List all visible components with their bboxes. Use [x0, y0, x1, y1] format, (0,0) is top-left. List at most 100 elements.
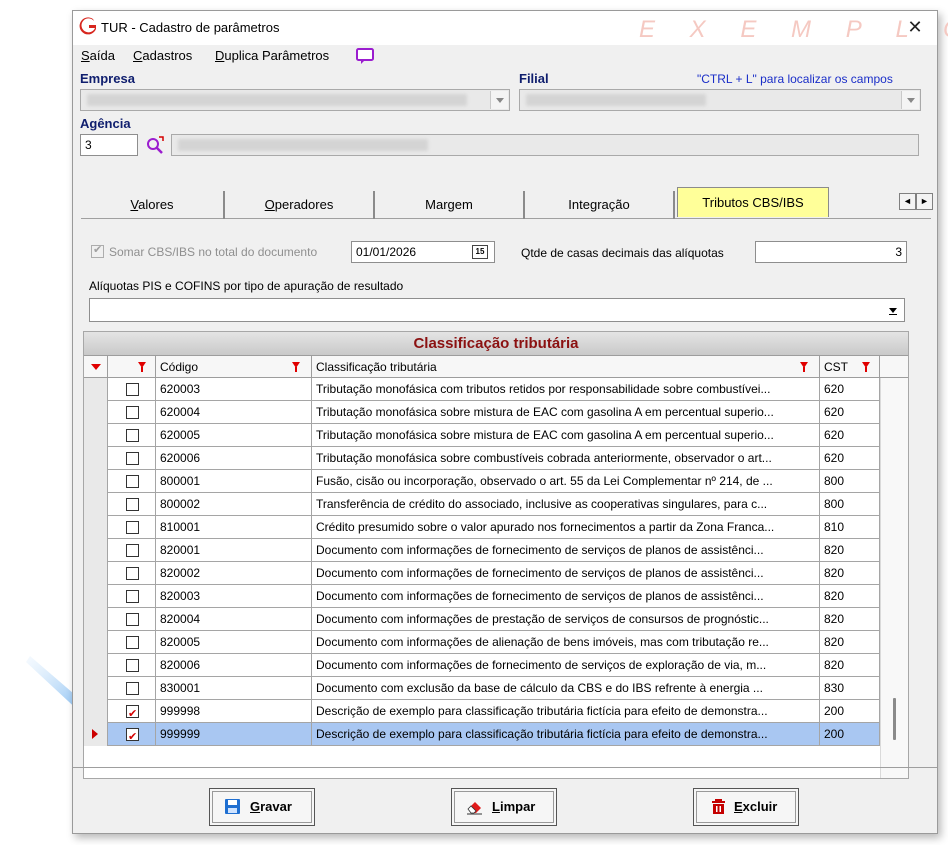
- table-row[interactable]: 820005 Documento com informações de alien…: [84, 631, 880, 654]
- excluir-button[interactable]: Excluir: [693, 788, 799, 826]
- aliquotas-select[interactable]: [89, 298, 905, 322]
- tab-tributos-cbs-ibs[interactable]: Tributos CBS/IBS: [677, 187, 829, 217]
- menu-cadastros[interactable]: Cadastros: [133, 48, 192, 63]
- row-checkbox[interactable]: [126, 567, 139, 580]
- filter-icon[interactable]: [800, 362, 808, 372]
- cell-classificacao: Documento com informações de prestação d…: [312, 608, 820, 631]
- table-row[interactable]: 999998Descrição de exemplo para classifi…: [84, 700, 880, 723]
- table-row[interactable]: 830001 Documento com exclusão da base de …: [84, 677, 880, 700]
- tab-scroll-left[interactable]: ◄: [899, 193, 916, 210]
- row-checkbox[interactable]: [126, 613, 139, 626]
- table-row[interactable]: 999999Descrição de exemplo para classifi…: [84, 723, 880, 746]
- cell-classificacao: Tributação monofásica sobre mistura de E…: [312, 424, 820, 447]
- row-indicator[interactable]: [84, 700, 108, 723]
- cell-cst: 200: [820, 700, 880, 723]
- row-checkbox[interactable]: [126, 383, 139, 396]
- indicator-header[interactable]: [84, 356, 108, 378]
- somar-checkbox[interactable]: [91, 243, 104, 258]
- tab-margem[interactable]: Margem: [375, 191, 525, 219]
- current-row-icon: [92, 729, 98, 739]
- row-indicator[interactable]: [84, 516, 108, 539]
- gravar-button[interactable]: Gravar: [209, 788, 315, 826]
- row-indicator[interactable]: [84, 723, 108, 746]
- row-indicator[interactable]: [84, 470, 108, 493]
- filial-combo[interactable]: [519, 89, 921, 111]
- row-checkbox[interactable]: [126, 498, 139, 511]
- chevron-down-icon[interactable]: [490, 91, 508, 109]
- row-checkbox[interactable]: [126, 475, 139, 488]
- row-indicator[interactable]: [84, 447, 108, 470]
- check-cell: [108, 447, 156, 470]
- chat-icon[interactable]: [355, 47, 375, 65]
- filter-icon[interactable]: [862, 362, 870, 372]
- tab-operadores[interactable]: Operadores: [225, 191, 375, 219]
- row-checkbox[interactable]: [126, 726, 139, 746]
- table-row[interactable]: 800001 Fusão, cisão ou incorporação, obse…: [84, 470, 880, 493]
- table-row[interactable]: 620003 Tributação monofásica com tributos…: [84, 378, 880, 401]
- agencia-code-field[interactable]: 3: [80, 134, 138, 156]
- search-icon[interactable]: [145, 136, 165, 156]
- row-checkbox[interactable]: [126, 659, 139, 672]
- row-checkbox[interactable]: [126, 682, 139, 695]
- row-checkbox[interactable]: [126, 452, 139, 465]
- tributos-panel: Somar CBS/IBS no total do documento 01/0…: [81, 221, 925, 779]
- row-checkbox[interactable]: [126, 636, 139, 649]
- limpar-button[interactable]: Limpar: [451, 788, 557, 826]
- row-indicator[interactable]: [84, 631, 108, 654]
- menu-saida[interactable]: Saída: [81, 48, 115, 63]
- chevron-down-icon[interactable]: [901, 91, 919, 109]
- row-checkbox[interactable]: [126, 703, 139, 723]
- decimais-field[interactable]: 3: [755, 241, 907, 263]
- table-row[interactable]: 800002 Transferência de crédito do associ…: [84, 493, 880, 516]
- row-checkbox[interactable]: [126, 544, 139, 557]
- chevron-down-icon[interactable]: [886, 303, 900, 317]
- table-row[interactable]: 820001 Documento com informações de forne…: [84, 539, 880, 562]
- table-row[interactable]: 820002 Documento com informações de forne…: [84, 562, 880, 585]
- row-checkbox[interactable]: [126, 590, 139, 603]
- cell-codigo: 620006: [156, 447, 312, 470]
- empresa-combo[interactable]: [80, 89, 510, 111]
- row-indicator[interactable]: [84, 401, 108, 424]
- table-row[interactable]: 620004 Tributação monofásica sobre mistur…: [84, 401, 880, 424]
- table-row[interactable]: 620005 Tributação monofásica sobre mistur…: [84, 424, 880, 447]
- cell-cst: 820: [820, 562, 880, 585]
- filter-icon[interactable]: [292, 362, 300, 372]
- cell-classificacao: Fusão, cisão ou incorporação, observado …: [312, 470, 820, 493]
- table-row[interactable]: 820003 Documento com informações de forne…: [84, 585, 880, 608]
- row-checkbox[interactable]: [126, 429, 139, 442]
- calendar-icon[interactable]: 15: [472, 245, 488, 259]
- close-button[interactable]: ✕: [905, 17, 925, 37]
- tab-scroll-right[interactable]: ►: [916, 193, 933, 210]
- row-indicator[interactable]: [84, 654, 108, 677]
- table-row[interactable]: 820006 Documento com informações de forne…: [84, 654, 880, 677]
- filter-icon[interactable]: [138, 362, 146, 372]
- cell-codigo: 820004: [156, 608, 312, 631]
- row-indicator[interactable]: [84, 424, 108, 447]
- action-bar: Gravar Limpar Excluir: [73, 767, 937, 835]
- menu-duplica-parametros[interactable]: Duplica Parâmetros: [215, 48, 329, 63]
- date-field[interactable]: 01/01/2026 15: [351, 241, 495, 263]
- cell-classificacao: Documento com exclusão da base de cálcul…: [312, 677, 820, 700]
- table-row[interactable]: 620006 Tributação monofásica sobre combus…: [84, 447, 880, 470]
- cell-cst: 820: [820, 631, 880, 654]
- row-indicator[interactable]: [84, 562, 108, 585]
- row-indicator[interactable]: [84, 493, 108, 516]
- tab-integracao[interactable]: Integração: [525, 191, 675, 219]
- check-header[interactable]: [108, 356, 156, 378]
- row-checkbox[interactable]: [126, 406, 139, 419]
- header-cst[interactable]: CST: [820, 356, 880, 378]
- header-classificacao[interactable]: Classificação tributária: [312, 356, 820, 378]
- table-row[interactable]: 820004 Documento com informações de prest…: [84, 608, 880, 631]
- row-checkbox[interactable]: [126, 521, 139, 534]
- row-indicator[interactable]: [84, 539, 108, 562]
- vertical-scrollbar[interactable]: [880, 378, 908, 778]
- table-row[interactable]: 810001 Crédito presumido sobre o valor ap…: [84, 516, 880, 539]
- row-indicator[interactable]: [84, 608, 108, 631]
- row-indicator[interactable]: [84, 585, 108, 608]
- row-indicator[interactable]: [84, 677, 108, 700]
- row-indicator[interactable]: [84, 378, 108, 401]
- cell-cst: 800: [820, 470, 880, 493]
- tab-valores[interactable]: Valores: [81, 191, 225, 219]
- scroll-thumb[interactable]: [893, 698, 896, 740]
- header-codigo[interactable]: Código: [156, 356, 312, 378]
